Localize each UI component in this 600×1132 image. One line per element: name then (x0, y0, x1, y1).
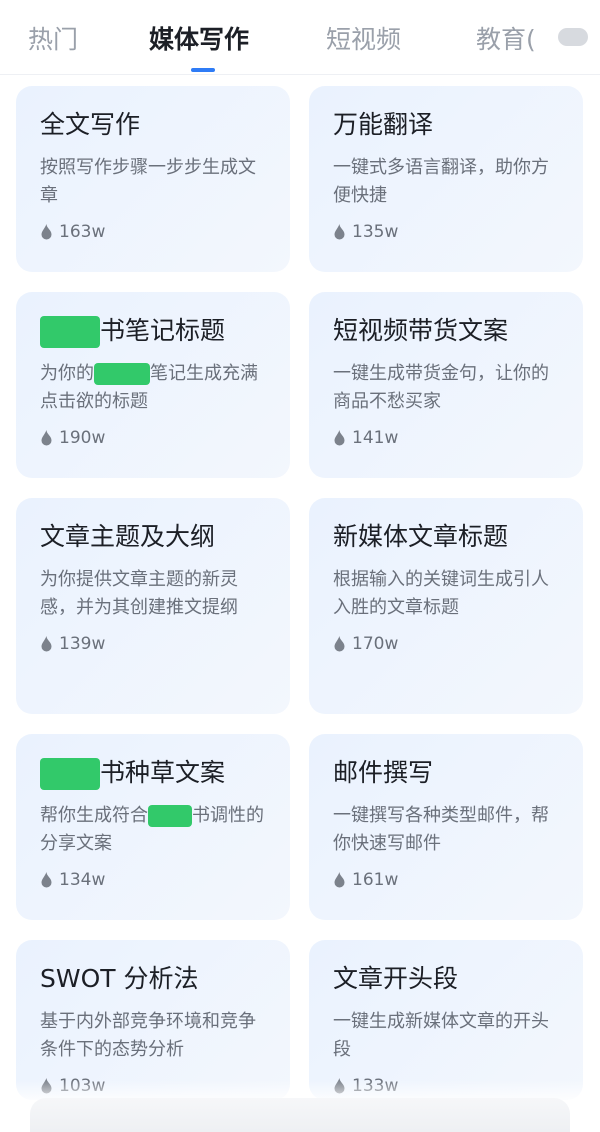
usage-count: 134w (40, 870, 266, 890)
redaction-mark (94, 363, 150, 385)
usage-count-value: 161w (352, 870, 399, 890)
category-tab-bar: 热门 媒体写作 短视频 教育( (0, 0, 600, 75)
usage-count: 141w (333, 428, 559, 448)
flame-icon (334, 872, 345, 888)
usage-count-value: 163w (59, 222, 106, 242)
tool-card-email[interactable]: 邮件撰写 一键撰写各种类型邮件，帮你快速写邮件 161w (309, 734, 583, 920)
usage-count: 163w (40, 222, 266, 242)
tool-card-seeding-copy[interactable]: 书种草文案 帮你生成符合 书调性的分享文案 134w (16, 734, 290, 920)
card-description: 帮你生成符合 书调性的分享文案 (40, 802, 266, 858)
card-title: 新媒体文章标题 (333, 522, 509, 551)
tool-card-note-title[interactable]: 书笔记标题 为你的 笔记生成充满点击欲的标题 190w (16, 292, 290, 478)
card-title: 书种草文案 (40, 756, 266, 790)
tab-education[interactable]: 教育( (476, 20, 536, 56)
usage-count-value: 141w (352, 428, 399, 448)
tool-card-translate[interactable]: 万能翻译 一键式多语言翻译，助你方便快捷 135w (309, 86, 583, 272)
tool-card-video-sales-copy[interactable]: 短视频带货文案 一键生成带货金句，让你的商品不愁买家 141w (309, 292, 583, 478)
tool-card-article-opening[interactable]: 文章开头段 一键生成新媒体文章的开头段 133w (309, 940, 583, 1100)
redaction-mark (40, 316, 100, 348)
flame-icon (334, 636, 345, 652)
tab-blur-mask (558, 28, 588, 46)
active-tab-indicator (191, 68, 215, 72)
card-title: 书笔记标题 (40, 314, 266, 348)
card-description: 一键撰写各种类型邮件，帮你快速写邮件 (333, 805, 549, 854)
flame-icon (334, 224, 345, 240)
card-title-text: 书笔记标题 (100, 316, 226, 345)
card-title-text: 书种草文案 (100, 758, 226, 787)
card-title: 文章主题及大纲 (40, 522, 216, 551)
usage-count-value: 139w (59, 634, 106, 654)
card-description: 为你提供文章主题的新灵感，并为其创建推文提纲 (40, 569, 238, 618)
usage-count-value: 190w (59, 428, 106, 448)
card-title: SWOT 分析法 (40, 964, 199, 993)
card-title: 邮件撰写 (333, 758, 434, 787)
tab-hot[interactable]: 热门 (28, 20, 78, 56)
flame-icon (334, 430, 345, 446)
card-description-prefix: 帮你生成符合 (40, 805, 148, 826)
usage-count: 139w (40, 634, 266, 654)
bottom-sheet-edge (30, 1098, 570, 1132)
redaction-mark (148, 805, 192, 827)
usage-count: 135w (333, 222, 559, 242)
card-description: 一键式多语言翻译，助你方便快捷 (333, 157, 549, 206)
usage-count-value: 134w (59, 870, 106, 890)
flame-icon (41, 636, 52, 652)
usage-count: 190w (40, 428, 266, 448)
usage-count: 161w (333, 870, 559, 890)
card-description: 按照写作步骤一步步生成文章 (40, 157, 256, 206)
flame-icon (41, 872, 52, 888)
usage-count-value: 135w (352, 222, 399, 242)
flame-icon (41, 224, 52, 240)
tool-card-topic-outline[interactable]: 文章主题及大纲 为你提供文章主题的新灵感，并为其创建推文提纲 139w (16, 498, 290, 714)
card-title: 万能翻译 (333, 110, 434, 139)
card-description: 一键生成带货金句，让你的商品不愁买家 (333, 363, 549, 412)
tool-card-full-article[interactable]: 全文写作 按照写作步骤一步步生成文章 163w (16, 86, 290, 272)
tab-short-video[interactable]: 短视频 (326, 20, 401, 56)
card-description: 一键生成新媒体文章的开头段 (333, 1011, 549, 1060)
tool-card-article-title[interactable]: 新媒体文章标题 根据输入的关键词生成引人入胜的文章标题 170w (309, 498, 583, 714)
tab-media-writing[interactable]: 媒体写作 (149, 20, 249, 56)
card-title: 短视频带货文案 (333, 316, 509, 345)
card-title: 文章开头段 (333, 964, 459, 993)
tool-card-swot[interactable]: SWOT 分析法 基于内外部竞争环境和竞争条件下的态势分析 103w (16, 940, 290, 1100)
redaction-mark (40, 758, 100, 790)
card-description: 为你的 笔记生成充满点击欲的标题 (40, 360, 266, 416)
card-description: 基于内外部竞争环境和竞争条件下的态势分析 (40, 1011, 256, 1060)
usage-count-value: 170w (352, 634, 399, 654)
card-description-prefix: 为你的 (40, 363, 94, 384)
usage-count: 170w (333, 634, 559, 654)
card-title: 全文写作 (40, 110, 141, 139)
card-description: 根据输入的关键词生成引人入胜的文章标题 (333, 569, 549, 618)
flame-icon (41, 430, 52, 446)
